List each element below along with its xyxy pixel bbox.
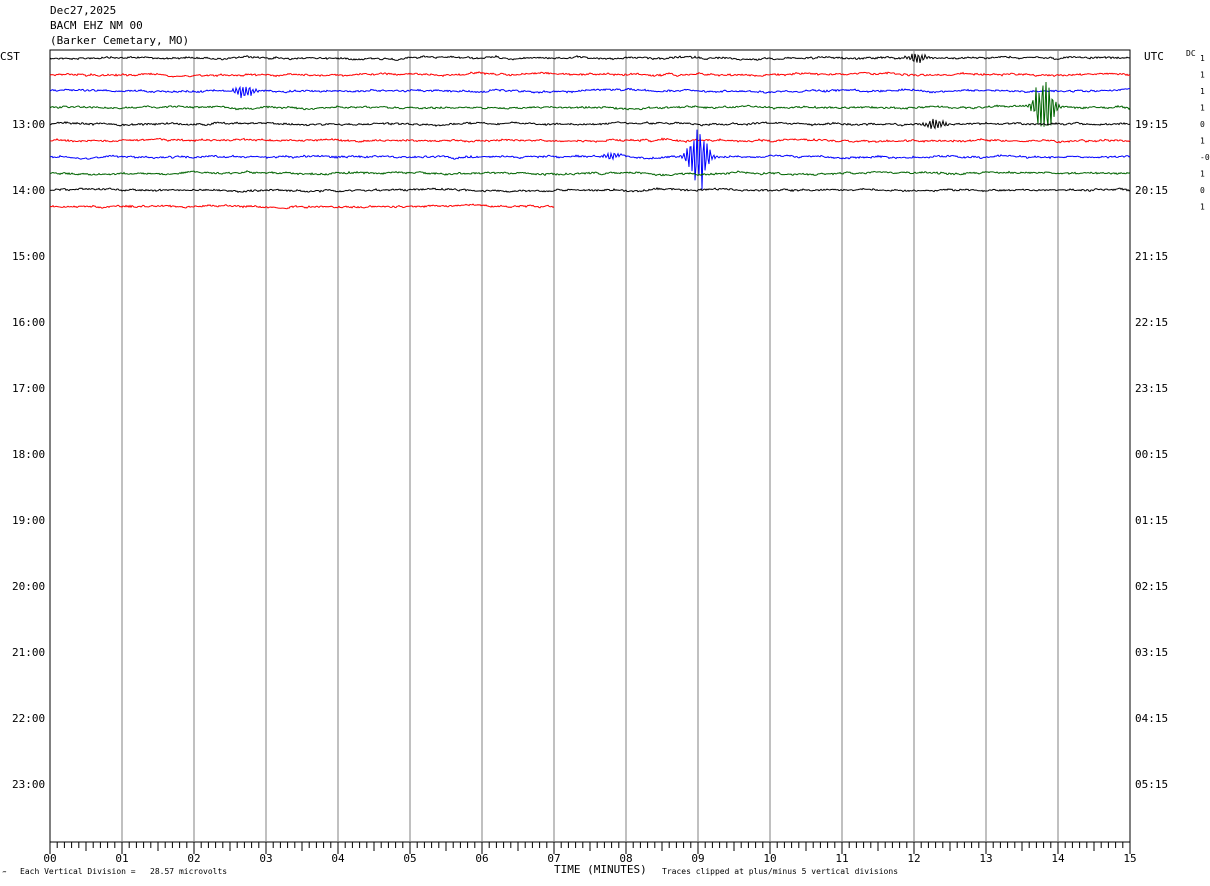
trace-dc-value: 1 [1200,104,1205,113]
x-tick-label: 02 [187,852,200,865]
left-hour-label: 17:00 [12,382,45,395]
left-hour-label: 22:00 [12,712,45,725]
trace-line [49,71,1131,78]
trace-line [50,129,1131,190]
right-hour-label: 04:15 [1135,712,1168,725]
right-hour-label: 22:15 [1135,316,1168,329]
corner-mark: ‴ [2,870,7,879]
right-hour-label: 20:15 [1135,184,1168,197]
trace-dc-value: 1 [1200,54,1205,63]
clipping-note: Traces clipped at plus/minus 5 vertical … [662,867,899,876]
trace-dc-value: 1 [1200,170,1205,179]
right-hour-label: 03:15 [1135,646,1168,659]
x-tick-label: 06 [475,852,488,865]
x-tick-label: 03 [259,852,272,865]
left-hour-label: 16:00 [12,316,45,329]
x-tick-label: 12 [907,852,920,865]
trace-line [49,170,1131,177]
trace-line [49,53,1131,64]
x-tick-label: 09 [691,852,704,865]
trace-dc-value: 0 [1200,186,1205,195]
x-tick-label: 10 [763,852,776,865]
trace-line [49,85,1130,99]
vertical-division-note: Each Vertical Division = 28.57 microvolt… [20,867,228,876]
trace-dc-value: 1 [1200,137,1205,146]
left-hour-label: 23:00 [12,778,45,791]
left-hour-label: 18:00 [12,448,45,461]
x-tick-label: 15 [1123,852,1136,865]
right-hour-label: 23:15 [1135,382,1168,395]
x-tick-label: 11 [835,852,848,865]
trace-dc-value: 1 [1200,71,1205,80]
right-hour-label: 02:15 [1135,580,1168,593]
x-tick-label: 13 [979,852,992,865]
helicorder-plot: 00 01 02 03 04 05 06 07 08 09 10 11 12 13 14 1513:0014:… [12,49,1210,865]
plot-frame [49,49,1131,843]
x-axis-label: TIME (MINUTES) [554,863,647,876]
left-hour-label: 20:00 [12,580,45,593]
trace-dc-value: 1 [1200,203,1205,212]
trace-dc-value: -0 [1200,153,1210,162]
trace-line [49,187,1131,193]
trace-dc-value: 1 [1200,87,1205,96]
right-hour-label: 21:15 [1135,250,1168,263]
trace-line [49,203,555,210]
left-hour-label: 14:00 [12,184,45,197]
trace-line [49,137,1131,144]
x-tick-label: 01 [115,852,128,865]
x-tick-label: 00 [43,852,56,865]
trace-dc-value: 0 [1200,120,1205,129]
x-tick-label: 14 [1051,852,1065,865]
left-hour-label: 21:00 [12,646,45,659]
x-tick-label: 05 [403,852,416,865]
right-hour-label: 00:15 [1135,448,1168,461]
left-hour-label: 15:00 [12,250,45,263]
trace-line [49,118,1131,130]
right-hour-label: 01:15 [1135,514,1168,527]
x-tick-label: 04 [331,852,345,865]
left-hour-label: 19:00 [12,514,45,527]
left-hour-label: 13:00 [12,118,45,131]
right-hour-label: 19:15 [1135,118,1168,131]
right-hour-label: 05:15 [1135,778,1168,791]
